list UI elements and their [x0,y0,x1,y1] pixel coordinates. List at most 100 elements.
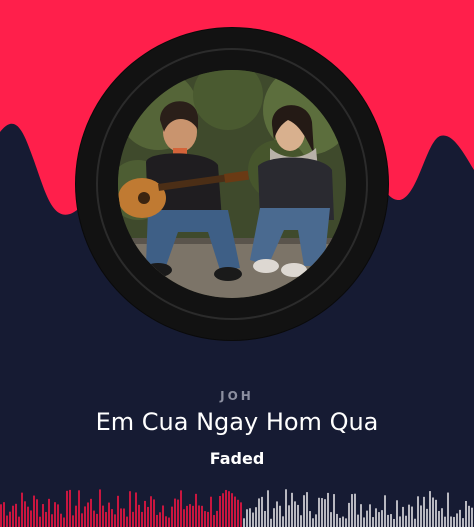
waveform-bar [165,516,167,527]
waveform-bar [273,508,275,527]
waveform-bar [249,508,251,527]
waveform-bar [198,505,200,527]
waveform-bar [216,510,218,527]
waveform-bar [24,501,26,527]
waveform-bar [288,505,290,527]
waveform-bar [45,511,47,527]
waveform-bar [348,502,350,527]
waveform-bar [183,509,185,527]
waveform-bar [453,516,455,527]
waveform-bar [468,505,470,527]
waveform-bar [228,491,230,527]
waveform-bar [441,508,443,527]
waveform-bar [318,497,320,527]
waveform-bar [360,504,362,527]
waveform-bar [39,516,41,527]
waveform-bar [114,514,116,527]
waveform-bar [426,508,428,527]
waveform-bar [267,490,269,527]
waveform-bar [210,496,212,527]
waveform-bar [444,516,446,527]
waveform-bar [18,516,20,527]
waveform-bar [186,505,188,527]
waveform-bar [201,505,203,527]
waveform-bar [252,512,254,527]
waveform-bar [57,504,59,527]
waveform-bar [393,518,395,527]
waveform-bar [243,518,245,527]
waveform-bar [294,501,296,527]
waveform-bar [192,505,194,527]
album-name: Faded [209,449,265,468]
waveform-bar [48,498,50,527]
waveform-bar [129,491,131,527]
waveform-bar [315,514,317,527]
waveform-bar [423,496,425,527]
album-cover[interactable] [118,70,346,298]
waveform-bar [447,492,449,527]
waveform-bar [138,504,140,527]
waveform-bar [195,493,197,527]
waveform-bar [417,496,419,527]
waveform-bar [0,504,2,527]
waveform-seekbar[interactable] [0,482,474,527]
waveform-bar [372,517,374,527]
waveform-bar [60,513,62,527]
waveform-bar [264,510,266,527]
waveform-bar [303,495,305,527]
waveform-bar [231,493,233,527]
waveform-bar [333,494,335,527]
waveform-bar [414,518,416,527]
waveform-bar [429,491,431,527]
waveform-bar [117,495,119,527]
waveform-bar [6,515,8,527]
waveform-bar [462,518,464,527]
waveform-bar [399,516,401,527]
waveform-bar [135,492,137,527]
waveform-bar [411,506,413,527]
waveform-bar [297,504,299,527]
waveform-bar [36,499,38,527]
waveform-bar [144,500,146,527]
waveform-bar [354,493,356,527]
waveform-bar [141,511,143,527]
waveform-bar [330,512,332,527]
waveform-bar [246,509,248,527]
waveform-bar [81,513,83,527]
waveform-bar [84,506,86,527]
waveform-bar [51,514,53,527]
waveform-bar [168,517,170,527]
waveform-bar [30,510,32,527]
waveform-bar [432,497,434,527]
waveform-bar [21,492,23,527]
waveform-bar [12,505,14,527]
waveform-bar [78,490,80,527]
waveform-bar [105,512,107,527]
waveform-bar [336,513,338,527]
waveform-bar [87,502,89,527]
waveform-bar [357,514,359,527]
waveform-bar [177,499,179,527]
waveform-bar [456,513,458,527]
waveform-bar [327,492,329,527]
waveform-bar [207,511,209,527]
waveform-bar [381,510,383,527]
waveform-bar [66,490,68,527]
waveform-bar [240,502,242,527]
waveform-bar [126,516,128,527]
waveform-bar [435,499,437,527]
waveform-bar [363,517,365,527]
waveform-bar [72,515,74,527]
waveform-bar [306,492,308,527]
waveform-bar [33,495,35,527]
waveform-bar [402,506,404,527]
waveform-bar [366,510,368,527]
waveform-bar [174,498,176,527]
waveform-bar [375,508,377,527]
waveform-bar [171,506,173,527]
waveform-bar [324,499,326,527]
waveform-bar [3,502,5,527]
waveform-bar [300,515,302,527]
waveform-bar [225,489,227,527]
waveform-bar [387,514,389,527]
